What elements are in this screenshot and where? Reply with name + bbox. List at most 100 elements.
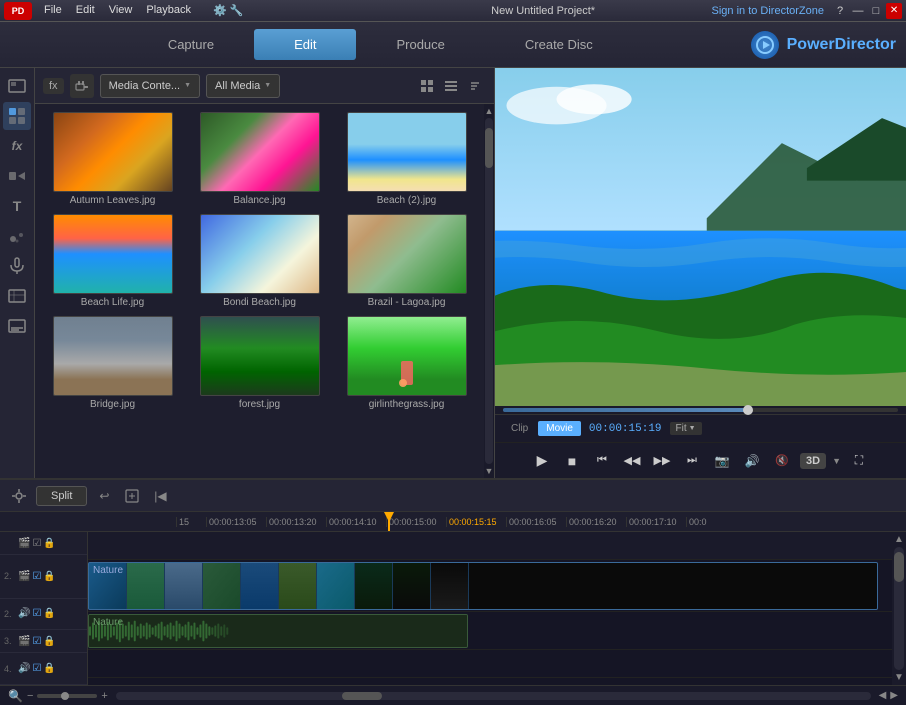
scroll-up-arrow[interactable]: ▲	[894, 534, 904, 545]
main-nav: Capture Edit Produce Create Disc PowerDi…	[0, 22, 906, 68]
track-controls: 🔊 ☑ 🔒	[18, 608, 56, 619]
sidebar-icon-media[interactable]	[3, 72, 31, 100]
scroll-handle[interactable]	[342, 692, 382, 700]
zoom-fit-icon[interactable]	[121, 485, 143, 507]
fx-button[interactable]: fx	[43, 78, 64, 94]
rewind-button[interactable]: ◀◀	[620, 449, 644, 473]
close-button[interactable]: ✕	[886, 3, 902, 19]
zoom-slider[interactable]	[37, 694, 97, 698]
zoom-out-icon[interactable]: 🔍	[8, 689, 23, 703]
track-row-video-2: Nature	[88, 560, 892, 612]
track-lock-icon[interactable]: 🔒	[43, 636, 55, 647]
track-visibility-icon[interactable]: 🎬	[18, 538, 30, 549]
maximize-button[interactable]: □	[868, 3, 884, 19]
media-thumbnail	[347, 316, 467, 396]
zoom-minus[interactable]: −	[27, 690, 33, 702]
plugin-button[interactable]	[70, 74, 94, 98]
video-clip[interactable]: Nature	[88, 562, 878, 610]
timeline-settings-icon[interactable]	[8, 485, 30, 507]
media-item[interactable]: forest.jpg	[190, 316, 329, 410]
ruler-ticks: 15 00:00:13:05 00:00:13:20 00:00:14:10 0…	[176, 517, 906, 527]
track-header-audio-4: 4. 🔊 ☑ 🔒	[0, 653, 87, 685]
track-lock-icon[interactable]: 🔒	[43, 608, 55, 619]
split-button[interactable]: Split	[36, 486, 87, 506]
sidebar-icon-fx[interactable]: fx	[3, 132, 31, 160]
track-checkbox[interactable]: ☑	[32, 636, 41, 647]
signin-link[interactable]: Sign in to DirectorZone	[712, 5, 825, 17]
track-number: 4.	[4, 664, 14, 674]
app-logo: PD	[4, 2, 32, 20]
track-row-audio-4	[88, 678, 892, 685]
play-pause-button[interactable]: ▶	[530, 449, 554, 473]
filter-dropdown[interactable]: All Media	[206, 74, 280, 98]
movie-mode-button[interactable]: Movie	[538, 421, 581, 436]
tab-capture[interactable]: Capture	[128, 29, 254, 60]
track-checkbox[interactable]: ☑	[32, 663, 41, 674]
tab-create-disc[interactable]: Create Disc	[485, 29, 633, 60]
content-type-dropdown[interactable]: Media Conte...	[100, 74, 200, 98]
track-audio-icon[interactable]: 🔊	[18, 663, 30, 674]
ruler-mark: 00:00:14:10	[326, 517, 386, 527]
undo-icon[interactable]: ↩	[93, 485, 115, 507]
track-checkbox[interactable]: ☑	[32, 571, 41, 582]
track-lock-icon[interactable]: 🔒	[43, 538, 55, 549]
sidebar-icon-text[interactable]: T	[3, 192, 31, 220]
media-item[interactable]: Beach (2).jpg	[337, 112, 476, 206]
sidebar-icon-slideshow[interactable]	[3, 282, 31, 310]
playhead[interactable]	[388, 512, 390, 531]
zoom-plus[interactable]: +	[101, 690, 107, 702]
list-view-button[interactable]	[440, 75, 462, 97]
media-item[interactable]: Bridge.jpg	[43, 316, 182, 410]
three-d-dropdown-arrow[interactable]: ▼	[832, 456, 841, 466]
track-video-icon[interactable]: 🎬	[18, 636, 30, 647]
next-frame-button[interactable]: ⏭	[680, 449, 704, 473]
menu-playback[interactable]: Playback	[140, 3, 197, 18]
scroll-down-arrow[interactable]: ▼	[894, 672, 904, 683]
media-item[interactable]: girlinthegrass.jpg	[337, 316, 476, 410]
grid-view-button[interactable]	[416, 75, 438, 97]
tab-produce[interactable]: Produce	[356, 29, 484, 60]
media-scrollbar[interactable]: ▲ ▼	[484, 104, 494, 478]
sidebar-icon-audio[interactable]	[3, 252, 31, 280]
sidebar-icon-transitions[interactable]	[3, 162, 31, 190]
menu-file[interactable]: File	[38, 3, 68, 18]
mute-button[interactable]: 🔇	[770, 449, 794, 473]
sort-button[interactable]	[464, 75, 486, 97]
media-item[interactable]: Bondi Beach.jpg	[190, 214, 329, 308]
preview-controls: Clip Movie 00:00:15:19 Fit	[495, 414, 906, 442]
track-lock-icon[interactable]: 🔒	[43, 571, 55, 582]
snapshot-button[interactable]: 📷	[710, 449, 734, 473]
track-lock-icon[interactable]: 🔒	[43, 663, 55, 674]
media-item[interactable]: Beach Life.jpg	[43, 214, 182, 308]
fast-forward-button[interactable]: ▶▶	[650, 449, 674, 473]
track-video-icon[interactable]: 🎬	[18, 571, 30, 582]
timeline-nav-right[interactable]: ▶	[890, 690, 898, 701]
clip-mode-button[interactable]: Clip	[503, 421, 536, 436]
media-item[interactable]: Autumn Leaves.jpg	[43, 112, 182, 206]
track-checkbox[interactable]: ☑	[32, 538, 41, 549]
menu-view[interactable]: View	[103, 3, 139, 18]
stop-button[interactable]: ■	[560, 449, 584, 473]
media-item[interactable]: Brazil - Lagoa.jpg	[337, 214, 476, 308]
sidebar-icon-content[interactable]	[3, 102, 31, 130]
minimize-button[interactable]: —	[850, 3, 866, 19]
track-audio-icon[interactable]: 🔊	[18, 608, 30, 619]
timeline-nav-start[interactable]: |◀	[149, 485, 171, 507]
audio-clip[interactable]: Nature	[88, 614, 468, 648]
track-checkbox[interactable]: ☑	[32, 608, 41, 619]
volume-button[interactable]: 🔊	[740, 449, 764, 473]
timeline-scrollbar-horizontal[interactable]	[116, 692, 871, 700]
media-item[interactable]: Balance.jpg	[190, 112, 329, 206]
tab-edit[interactable]: Edit	[254, 29, 356, 60]
fullscreen-button[interactable]: ⛶	[847, 449, 871, 473]
sidebar-icon-particle[interactable]	[3, 222, 31, 250]
prev-frame-button[interactable]: ⏮	[590, 449, 614, 473]
menu-edit[interactable]: Edit	[70, 3, 101, 18]
tracks-scrollbar-vertical[interactable]: ▲ ▼	[892, 532, 906, 685]
fit-dropdown[interactable]: Fit	[670, 422, 702, 435]
three-d-button[interactable]: 3D	[800, 453, 826, 469]
preview-scrubber-container[interactable]	[495, 406, 906, 414]
sidebar-icon-subtitle[interactable]	[3, 312, 31, 340]
timeline-nav-left[interactable]: ◀	[879, 690, 887, 701]
help-button[interactable]: ?	[832, 3, 848, 19]
